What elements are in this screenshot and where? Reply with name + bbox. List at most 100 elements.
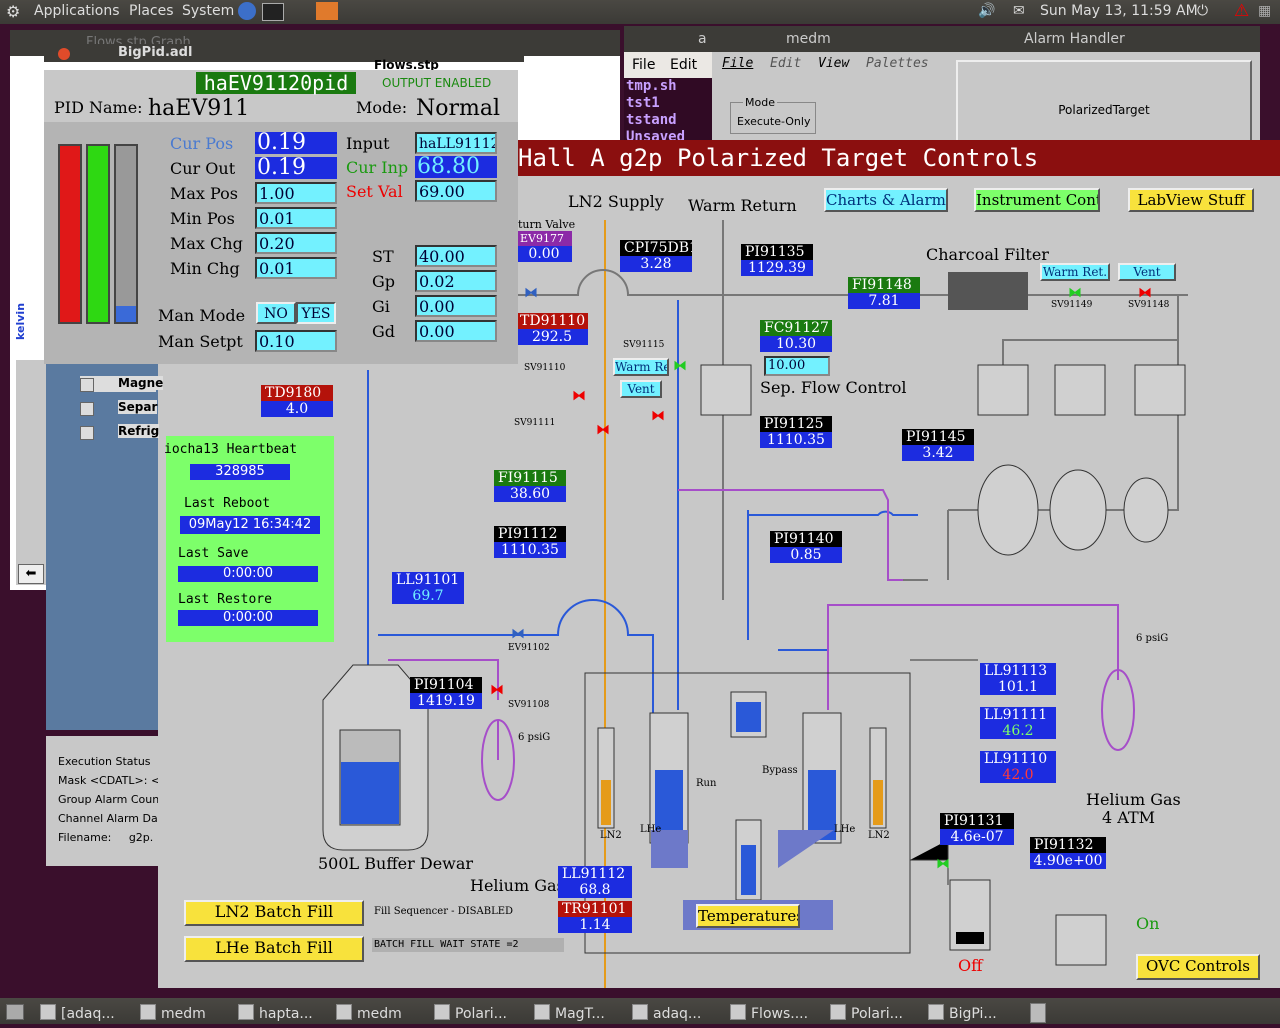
valve-green-icon[interactable]: ⧓	[673, 358, 687, 374]
applications-menu[interactable]: Applications	[34, 3, 120, 19]
medm-menu-palettes[interactable]: Palettes	[866, 56, 929, 71]
bypass-label: Bypass	[762, 765, 798, 776]
sep-flow-setpoint-input[interactable]: 10.00	[764, 356, 830, 376]
medm-mode-label: Mode	[743, 96, 777, 109]
bigpid-titlebar[interactable]: BigPid.adl	[44, 44, 524, 62]
power-icon[interactable]: ⏻	[1197, 3, 1208, 19]
pid-param-label: ST	[372, 247, 394, 266]
taskbar-item[interactable]: adaq...	[632, 1004, 724, 1028]
man-mode-no-button[interactable]: NO	[256, 302, 296, 324]
tree-item-magnet[interactable]: Magne	[118, 376, 164, 390]
valve-green-icon[interactable]: ⧓	[936, 856, 950, 872]
warm-return-label: Warm Return	[688, 196, 797, 215]
taskbar-item[interactable]: Polari...	[830, 1004, 922, 1028]
taskbar-item[interactable]: [adaq...	[40, 1004, 132, 1028]
ubuntu-logo-icon[interactable]: ⚙	[6, 2, 20, 21]
pid-param-input[interactable]: 0.00	[415, 295, 497, 317]
trash-icon[interactable]	[1030, 1003, 1046, 1023]
valve-green-icon[interactable]: ⧓	[1068, 285, 1082, 301]
pid-row-label: Max Pos	[170, 184, 238, 203]
pi91131-tag: PI91131	[940, 813, 1014, 829]
show-desktop-icon[interactable]	[6, 1004, 24, 1020]
valve-red-icon[interactable]: ⧓	[490, 682, 504, 698]
alert-icon[interactable]: ⚠	[1234, 1, 1249, 21]
bigpid-close-icon[interactable]	[58, 48, 70, 60]
medm-menu-view[interactable]: View	[818, 56, 849, 71]
ln2-batch-fill-button[interactable]: LN2 Batch Fill	[184, 900, 364, 926]
ovc-controls-button[interactable]: OVC Controls	[1136, 954, 1260, 980]
taskbar-item[interactable]: BigPi...	[928, 1004, 1020, 1028]
pid-row-value[interactable]: 0.01	[255, 257, 337, 279]
lhe-batch-fill-button[interactable]: LHe Batch Fill	[184, 936, 364, 962]
taskbar-item[interactable]: hapta...	[238, 1004, 330, 1028]
valve-blue-icon[interactable]: ⧓	[524, 285, 538, 301]
man-setpt-input[interactable]: 0.10	[255, 330, 337, 352]
mail-icon[interactable]: ✉	[1013, 3, 1025, 19]
taskbar-item[interactable]: MagT...	[534, 1004, 626, 1028]
terminal-line: tmp.sh	[626, 78, 677, 94]
pid-row-value[interactable]: 0.01	[255, 207, 337, 229]
ll91110-tag: LL91110	[980, 751, 1056, 767]
pid-row-value[interactable]: 1.00	[255, 182, 337, 204]
taskbar-item[interactable]: medm	[336, 1004, 428, 1028]
input-field[interactable]: haLL91112	[415, 132, 497, 154]
valve-red-icon[interactable]: ⧓	[651, 408, 665, 424]
taskbar-item[interactable]: Polari...	[434, 1004, 526, 1028]
kelvin-axis-label: kelvin	[14, 302, 27, 340]
taskbar-item-label: BigPi...	[949, 1006, 997, 1022]
medm-menu-edit[interactable]: Edit	[770, 56, 801, 71]
ev91102-label: EV91102	[508, 643, 550, 653]
terminal-titlebar[interactable]: a	[624, 26, 714, 52]
warm-ret-button-2[interactable]: Warm Ret	[613, 358, 669, 376]
execution-status: Execution Status	[58, 755, 151, 768]
medm-titlebar[interactable]: medm	[712, 26, 950, 52]
pi91112-tag: PI91112	[494, 526, 566, 542]
folder-icon[interactable]	[316, 2, 338, 20]
medm-menu-file[interactable]: File	[722, 56, 753, 71]
places-menu[interactable]: Places	[129, 3, 174, 19]
valve-red-icon[interactable]: ⧓	[1138, 285, 1152, 301]
fc91127-tag: FC91127	[760, 320, 832, 336]
taskbar-item-label: medm	[357, 1006, 402, 1022]
tree-item-refrigerator[interactable]: Refrig	[118, 424, 160, 438]
taskbar-item[interactable]: medm	[140, 1004, 232, 1028]
pid-param-input[interactable]: 40.00	[415, 245, 497, 267]
pid-row-value[interactable]: 0.20	[255, 232, 337, 254]
valve-red-icon[interactable]: ⧓	[572, 388, 586, 404]
tree-checkbox[interactable]	[80, 402, 94, 416]
warm-ret-button[interactable]: Warm Ret.	[1040, 263, 1110, 281]
alarm-handler-titlebar[interactable]: Alarm Handler	[950, 26, 1260, 52]
labview-button[interactable]: LabView Stuff	[1128, 188, 1254, 212]
medm-mode-value[interactable]: Execute-Only	[737, 115, 810, 128]
back-arrow-button[interactable]: ⬅	[18, 564, 44, 584]
terminal-menu-file[interactable]: File	[632, 52, 655, 78]
mask-label: Mask <CDATL>: <	[58, 774, 158, 787]
terminal-icon[interactable]	[262, 3, 284, 21]
pid-param-input[interactable]: 0.02	[415, 270, 497, 292]
taskbar-item[interactable]: Flows....	[730, 1004, 822, 1028]
valve-red-icon[interactable]: ⧓	[596, 422, 610, 438]
pi91140-value: 0.85	[770, 547, 842, 563]
terminal-menu-edit[interactable]: Edit	[670, 52, 697, 78]
vent-button[interactable]: Vent	[1118, 263, 1176, 281]
window-icon	[534, 1004, 550, 1020]
ll91111-value: 46.2	[980, 723, 1056, 739]
network-icon[interactable]: ▦	[1258, 3, 1271, 19]
volume-icon[interactable]: 🔊	[978, 3, 995, 19]
browser-icon[interactable]	[238, 2, 256, 20]
tree-item-separator[interactable]: Separ	[118, 400, 158, 414]
tree-checkbox[interactable]	[80, 378, 94, 392]
clock[interactable]: Sun May 13, 11:59 AM	[1040, 3, 1198, 19]
charts-alarms-button[interactable]: Charts & Alarms	[824, 188, 948, 212]
system-menu[interactable]: System	[182, 3, 234, 19]
channel-alarm-label: Channel Alarm Da	[58, 812, 158, 825]
vent-button-2[interactable]: Vent	[620, 380, 662, 398]
valve-blue-icon[interactable]: ⧓	[511, 626, 525, 642]
set-val-input[interactable]: 69.00	[415, 180, 497, 202]
tree-checkbox[interactable]	[80, 426, 94, 440]
terminal-window: a File Edit tmp.sh tst1 tstand Unsaved D…	[624, 26, 714, 162]
pid-param-input[interactable]: 0.00	[415, 320, 497, 342]
man-mode-yes-button[interactable]: YES	[296, 302, 336, 324]
temperatures-button[interactable]: Temperatures	[696, 904, 800, 928]
instrument-control-button[interactable]: Instrument Cont	[974, 188, 1100, 212]
